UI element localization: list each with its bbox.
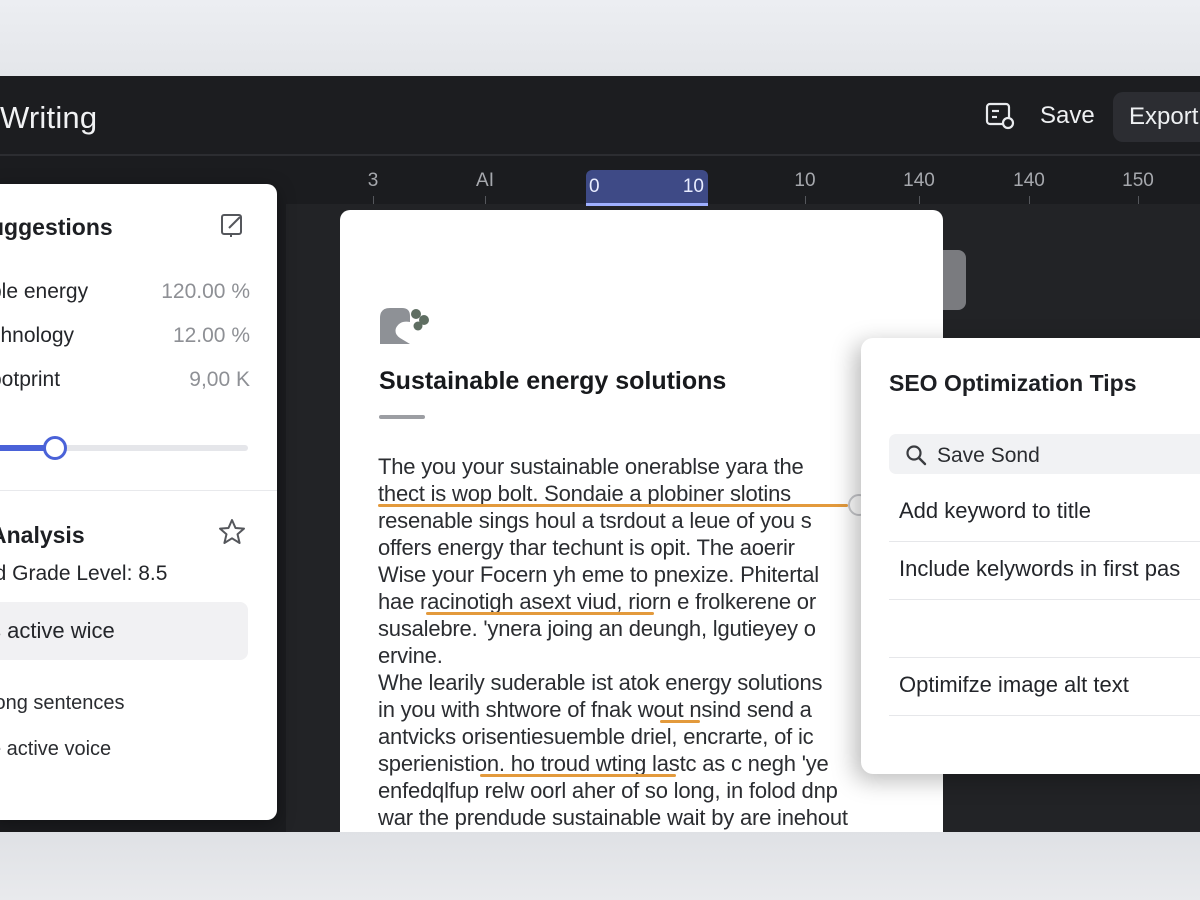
seo-tip-item[interactable]: Include kelywords in first pas <box>889 542 1200 600</box>
keyword-name: ootprint <box>0 368 61 391</box>
document-line[interactable]: war the prendude sustainable wait by are… <box>378 805 848 831</box>
ruler-tick: AI <box>476 170 494 191</box>
document-line[interactable]: Whe learily suderable ist atok energy so… <box>378 670 822 696</box>
document-line[interactable]: ervine. <box>378 643 443 669</box>
seo-search-value[interactable]: Save Sond <box>937 444 1040 468</box>
analysis-active-label: s active wice <box>0 618 115 643</box>
seo-search-input[interactable] <box>889 434 1200 474</box>
ruler-selection-start: 0 <box>589 176 600 197</box>
ruler-tick-mark <box>1029 196 1030 204</box>
ruler-selection[interactable]: 0 10 <box>586 170 708 206</box>
seo-tip-label: Add keyword to title <box>899 498 1091 523</box>
ruler-tick: 10 <box>794 170 816 191</box>
ruler[interactable]: 3 AI 10 140 140 150 <box>286 166 1200 206</box>
seo-tip-label: Optimifze image alt text <box>899 672 1129 697</box>
suggestion-underline[interactable] <box>426 612 654 615</box>
ruler-tick-mark <box>1138 196 1139 204</box>
analysis-active-item[interactable]: s active wice <box>0 602 248 660</box>
document-line[interactable]: antvicks orisentiesuemble driel, encrart… <box>378 724 814 750</box>
seo-tip-label: Include kelywords in first pas <box>899 556 1181 581</box>
ruler-tick-mark <box>485 196 486 204</box>
seo-tip-item[interactable]: Optimifze image alt text <box>889 658 1200 716</box>
analysis-item[interactable]: long sentences <box>0 692 125 715</box>
document-line[interactable]: susalebre. 'ynera joing an deungh, lguti… <box>378 616 816 642</box>
suggestions-title: uggestions <box>0 214 113 240</box>
keyword-row[interactable]: ootprint 9,00 K <box>0 368 260 398</box>
desktop-bottom-band <box>0 832 1200 900</box>
keyword-row[interactable]: ble energy 120.00 % <box>0 280 260 310</box>
document-line[interactable]: The you your sustainable onerablse yara … <box>378 454 804 480</box>
display-settings-icon[interactable] <box>984 100 1016 132</box>
suggestions-panel: uggestions ble energy 120.00 % chnology … <box>0 184 277 820</box>
star-icon[interactable] <box>218 518 246 546</box>
ruler-tick: 150 <box>1122 170 1154 191</box>
ruler-tick-mark <box>805 196 806 204</box>
suggestion-underline[interactable] <box>480 774 676 777</box>
grade-level: id Grade Level: 8.5 <box>0 562 168 585</box>
suggestion-underline[interactable] <box>660 720 700 723</box>
keyword-name: chnology <box>0 324 75 347</box>
ruler-tick: 140 <box>1013 170 1045 191</box>
keyword-value: 120.00 % <box>161 280 250 303</box>
seo-tips-panel: SEO Optimization Tips Save Sond Add keyw… <box>861 338 1200 774</box>
panel-divider <box>0 490 277 491</box>
export-button[interactable]: Export <box>1113 92 1200 142</box>
keyword-value: 9,00 K <box>189 368 250 391</box>
save-button[interactable]: Save <box>1032 96 1103 136</box>
search-icon <box>906 445 927 466</box>
document-logo-icon <box>380 308 429 344</box>
app-title: Writing <box>0 100 98 135</box>
ruler-tick: 3 <box>367 170 379 191</box>
analysis-item[interactable]: e active voice <box>0 738 111 761</box>
document-line[interactable]: offers energy thar techunt is opit. The … <box>378 535 795 561</box>
document-line[interactable]: Wise your Focern yh eme to pnexize. Phit… <box>378 562 819 588</box>
ruler-tick-mark <box>373 196 374 204</box>
document-line[interactable]: enfedqlfup relw oorl aher of so long, in… <box>378 778 838 804</box>
ruler-tick: 140 <box>903 170 935 191</box>
analysis-title: Analysis <box>0 522 85 548</box>
document-line[interactable]: resenable sings houl a tsrdout a leue of… <box>378 508 812 534</box>
keyword-value: 12.00 % <box>172 324 250 347</box>
document-page[interactable]: Sustainable energy solutions The you you… <box>340 210 943 850</box>
seo-tip-item[interactable]: Add keyword to title <box>889 484 1200 542</box>
keyword-name: ble energy <box>0 280 89 303</box>
edit-icon[interactable] <box>220 212 246 238</box>
slider-thumb[interactable] <box>42 436 67 460</box>
title-underline <box>379 415 425 419</box>
keyword-row[interactable]: chnology 12.00 % <box>0 324 260 354</box>
document-line[interactable]: in you with shtwore of fnak wout nsind s… <box>378 697 812 723</box>
ruler-tick-mark <box>919 196 920 204</box>
ruler-selection-end: 10 <box>682 176 704 197</box>
seo-panel-title: SEO Optimization Tips <box>889 370 1137 396</box>
app-header: Writing Save Export <box>0 76 1200 156</box>
document-title[interactable]: Sustainable energy solutions <box>379 367 726 396</box>
desktop-top-band <box>0 0 1200 76</box>
suggestion-underline[interactable] <box>378 504 848 507</box>
seo-tip-item[interactable] <box>889 600 1200 658</box>
